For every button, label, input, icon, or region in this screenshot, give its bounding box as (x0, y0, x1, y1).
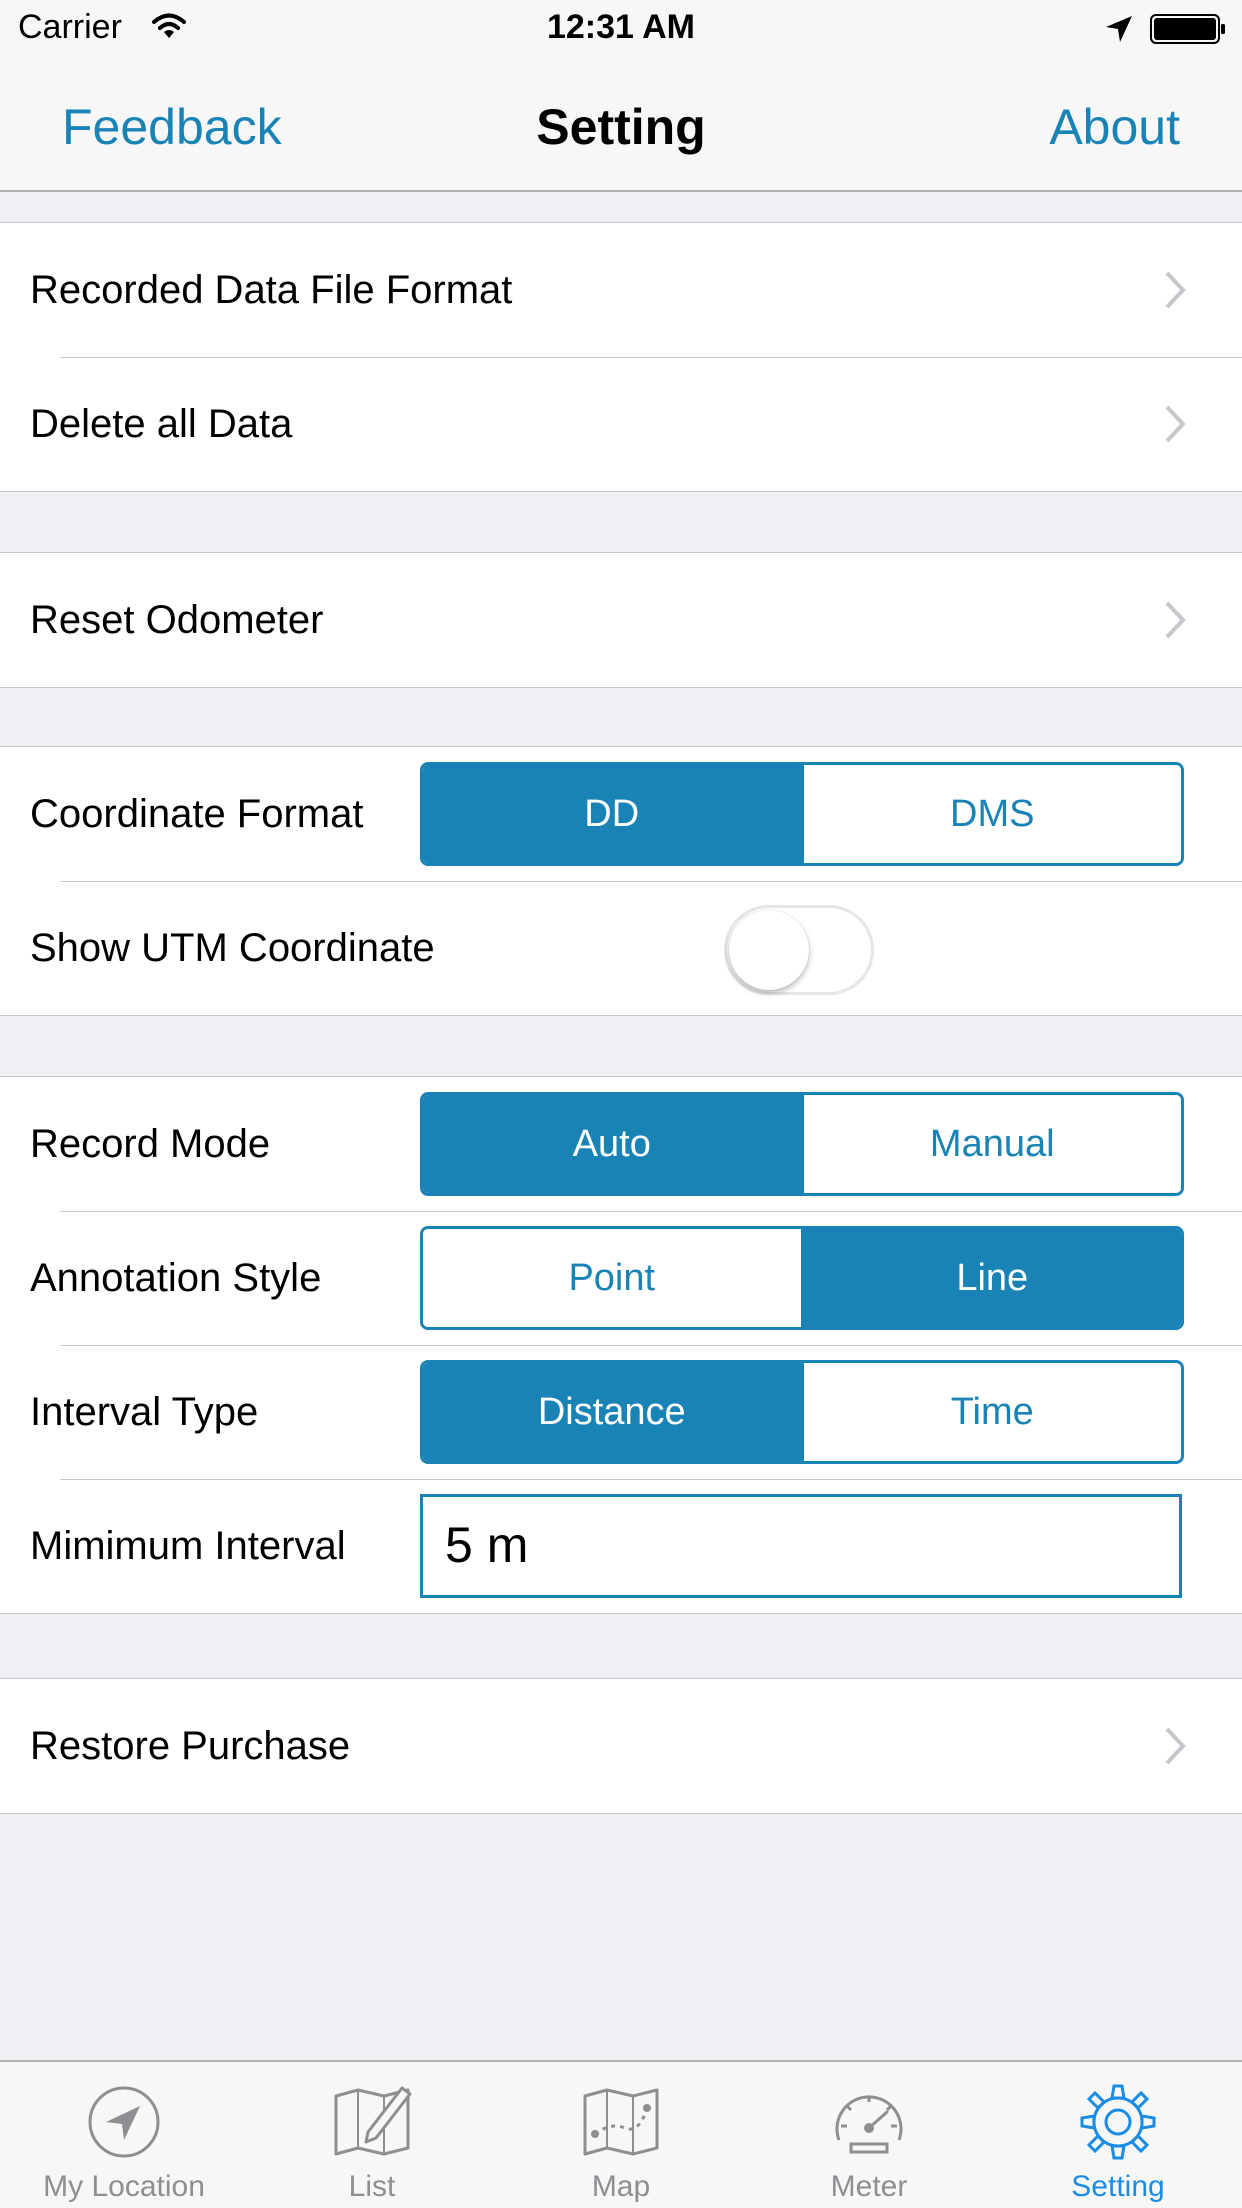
annotation-style-segmented-control: Point Line (420, 1226, 1184, 1330)
show-utm-coordinate-row: Show UTM Coordinate (0, 881, 1242, 1015)
gear-icon (1080, 2084, 1156, 2160)
tab-label: Meter (830, 2170, 908, 2203)
battery-icon (1150, 14, 1226, 49)
about-button[interactable]: About (1049, 98, 1180, 156)
tab-map[interactable]: Map (497, 2062, 745, 2208)
show-utm-coordinate-label: Show UTM Coordinate (30, 926, 435, 970)
minimum-interval-label: Mimimum Interval (30, 1524, 346, 1568)
chevron-right-icon (1165, 271, 1186, 309)
interval-type-time-segment[interactable]: Time (800, 1363, 1181, 1461)
location-arrow-icon (1104, 14, 1134, 49)
odometer-group: Reset Odometer (0, 552, 1242, 688)
interval-type-distance-segment[interactable]: Distance (423, 1363, 801, 1461)
minimum-interval-row: Mimimum Interval 5 m (0, 1479, 1242, 1613)
recording-settings-group: Record Mode Auto Manual Annotation Style… (0, 1076, 1242, 1614)
tab-bar: My Location List Map Meter Setting (0, 2060, 1242, 2208)
annotation-style-label: Annotation Style (30, 1256, 322, 1300)
recorded-data-file-format-row[interactable]: Recorded Data File Format (0, 223, 1242, 357)
minimum-interval-input[interactable]: 5 m (420, 1494, 1182, 1598)
tab-label: Setting (1071, 2170, 1165, 2203)
coordinate-format-row: Coordinate Format DD DMS (0, 747, 1242, 881)
speedometer-icon (835, 2095, 903, 2154)
annotation-style-point-segment[interactable]: Point (423, 1229, 801, 1327)
interval-type-segmented-control: Distance Time (420, 1360, 1184, 1464)
purchase-group: Restore Purchase (0, 1678, 1242, 1814)
show-utm-toggle[interactable] (724, 905, 874, 995)
tab-label: Map (591, 2170, 651, 2203)
data-settings-group: Recorded Data File Format Delete all Dat… (0, 222, 1242, 492)
coordinate-format-segmented-control: DD DMS (420, 762, 1184, 866)
record-mode-manual-segment[interactable]: Manual (800, 1095, 1181, 1193)
tab-my-location[interactable]: My Location (0, 2062, 248, 2208)
annotation-style-line-segment[interactable]: Line (800, 1229, 1181, 1327)
interval-type-row: Interval Type Distance Time (0, 1345, 1242, 1479)
chevron-right-icon (1165, 1727, 1186, 1765)
tab-list[interactable]: List (248, 2062, 496, 2208)
chevron-right-icon (1165, 405, 1186, 443)
reset-odometer-label: Reset Odometer (30, 598, 324, 642)
delete-all-data-label: Delete all Data (30, 402, 293, 446)
record-mode-label: Record Mode (30, 1122, 271, 1166)
toggle-knob (729, 910, 809, 990)
location-arrow-circle-icon (88, 2086, 160, 2158)
record-mode-row: Record Mode Auto Manual (0, 1077, 1242, 1211)
map-route-icon (583, 2088, 659, 2156)
coordinate-settings-group: Coordinate Format DD DMS Show UTM Coordi… (0, 746, 1242, 1016)
status-time: 12:31 AM (546, 8, 696, 46)
recorded-data-file-format-label: Recorded Data File Format (30, 268, 513, 312)
tab-meter[interactable]: Meter (745, 2062, 993, 2208)
reset-odometer-row[interactable]: Reset Odometer (0, 553, 1242, 687)
restore-purchase-row[interactable]: Restore Purchase (0, 1679, 1242, 1813)
tab-label: My Location (43, 2170, 205, 2203)
coordinate-format-label: Coordinate Format (30, 792, 364, 836)
navigation-bar: Feedback Setting About (0, 60, 1242, 192)
record-mode-segmented-control: Auto Manual (420, 1092, 1184, 1196)
coordinate-format-dd-segment[interactable]: DD (423, 765, 801, 863)
annotation-style-row: Annotation Style Point Line (0, 1211, 1242, 1345)
coordinate-format-dms-segment[interactable]: DMS (800, 765, 1181, 863)
record-mode-auto-segment[interactable]: Auto (423, 1095, 801, 1193)
tab-label: List (348, 2170, 396, 2203)
status-bar: Carrier 12:31 AM (0, 0, 1242, 60)
delete-all-data-row[interactable]: Delete all Data (0, 357, 1242, 491)
restore-purchase-label: Restore Purchase (30, 1724, 351, 1768)
tab-setting[interactable]: Setting (994, 2062, 1242, 2208)
map-pencil-icon (334, 2086, 412, 2156)
interval-type-label: Interval Type (30, 1390, 259, 1434)
chevron-right-icon (1165, 601, 1186, 639)
